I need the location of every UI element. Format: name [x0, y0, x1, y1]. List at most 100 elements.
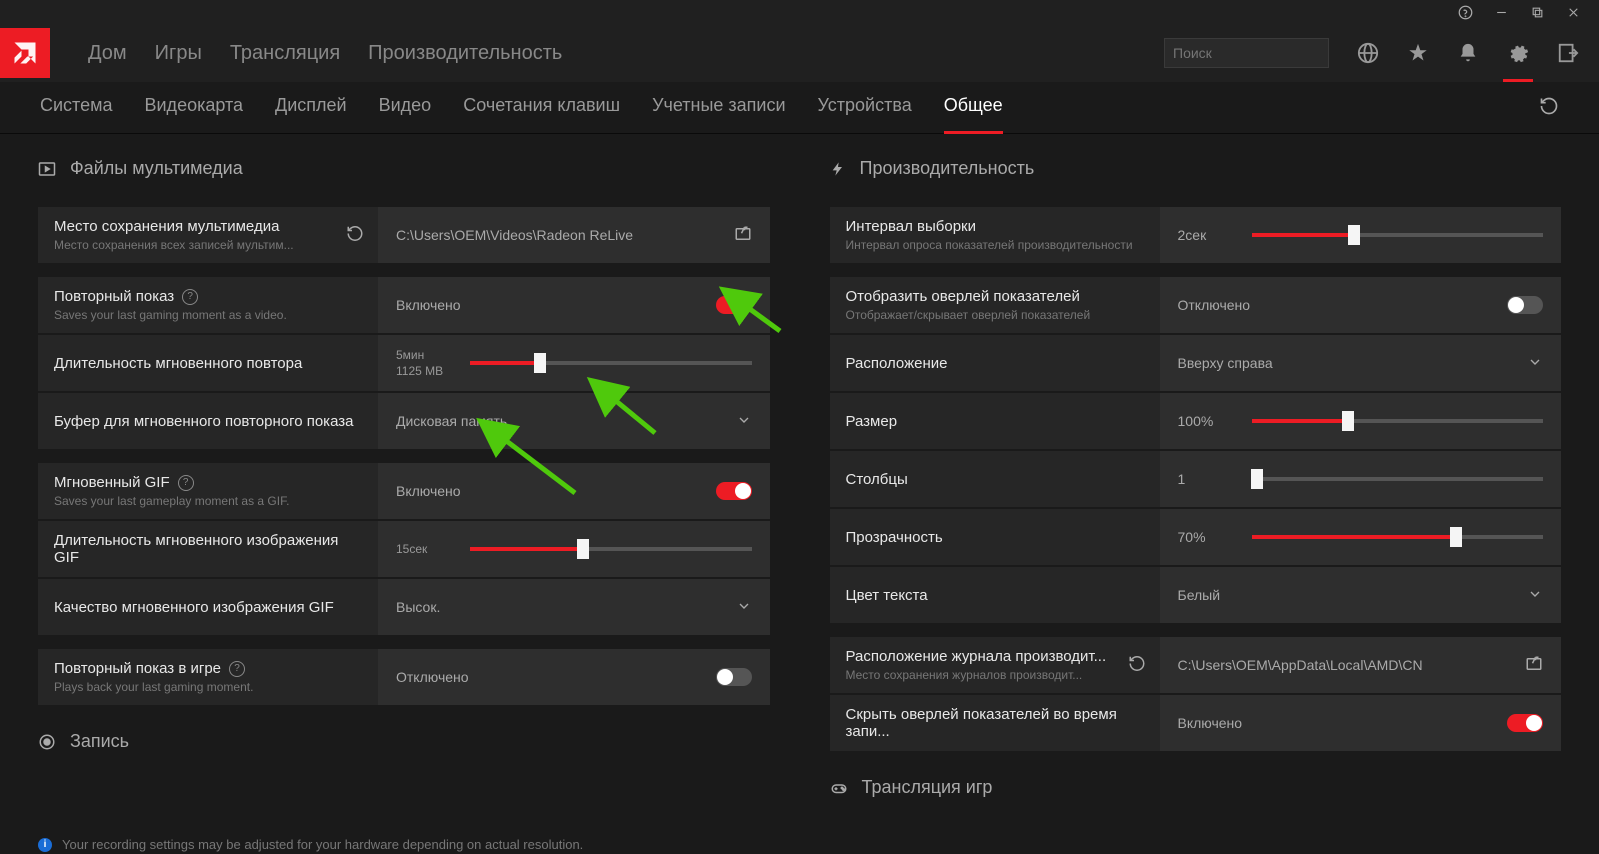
- titlebar: [0, 0, 1599, 24]
- interval-sub: Интервал опроса показателей производител…: [846, 238, 1144, 252]
- search-input[interactable]: [1173, 45, 1354, 61]
- position-dropdown[interactable]: Вверху справа: [1160, 335, 1562, 391]
- section-media-title: Файлы мультимедиа: [70, 158, 243, 179]
- overlay-toggle[interactable]: [1507, 296, 1543, 314]
- save-location-sub: Место сохранения всех записей мультим...: [54, 238, 330, 252]
- hideoverlay-toggle[interactable]: [1507, 714, 1543, 732]
- exit-icon[interactable]: [1557, 42, 1579, 64]
- open-folder-icon[interactable]: [1525, 655, 1543, 676]
- reset-icon[interactable]: [1128, 655, 1146, 676]
- tab-display[interactable]: Дисплей: [275, 95, 347, 120]
- play-rect-icon: [38, 160, 56, 178]
- record-icon: [38, 733, 56, 751]
- row-save-location: Место сохранения мультимедиа Место сохра…: [38, 207, 770, 263]
- replay-dur-slider[interactable]: [470, 361, 752, 365]
- tab-hotkeys[interactable]: Сочетания клавиш: [463, 95, 620, 120]
- replay-title: Повторный показ?: [54, 288, 362, 305]
- reset-icon[interactable]: [346, 225, 364, 246]
- columns-value: 1: [1178, 471, 1238, 487]
- search-box[interactable]: [1164, 38, 1329, 68]
- section-record-header: Запись: [38, 731, 770, 752]
- col-media: Файлы мультимедиа Место сохранения мульт…: [38, 158, 770, 826]
- chevron-down-icon: [736, 412, 752, 431]
- section-gamestream-header: Трансляция игр: [830, 777, 1562, 798]
- buffer-dropdown[interactable]: Дисковая память: [378, 393, 770, 449]
- nav-games[interactable]: Игры: [155, 42, 202, 65]
- replay-dur-title: Длительность мгновенного повтора: [54, 355, 362, 372]
- interval-title: Интервал выборки: [846, 218, 1144, 235]
- ingame-toggle[interactable]: [716, 668, 752, 686]
- nav-perf[interactable]: Производительность: [368, 42, 562, 65]
- footer-info: i Your recording settings may be adjuste…: [38, 837, 583, 852]
- maximize-icon[interactable]: [1529, 4, 1545, 20]
- globe-icon[interactable]: [1357, 42, 1379, 64]
- loglocation-cell[interactable]: C:\Users\OEM\AppData\Local\AMD\CN: [1160, 637, 1562, 693]
- position-title: Расположение: [846, 355, 1144, 372]
- gif-q-dropdown[interactable]: Высок.: [378, 579, 770, 635]
- tab-devices[interactable]: Устройства: [818, 95, 912, 120]
- row-gif: Мгновенный GIF? Saves your last gameplay…: [38, 463, 770, 519]
- tab-accounts[interactable]: Учетные записи: [652, 95, 785, 120]
- tab-video[interactable]: Видео: [379, 95, 432, 120]
- save-location-title: Место сохранения мультимедиа: [54, 218, 330, 235]
- section-gamestream-title: Трансляция игр: [862, 777, 993, 798]
- star-icon[interactable]: [1407, 42, 1429, 64]
- loglocation-title: Расположение журнала производит...: [846, 648, 1112, 665]
- buffer-title: Буфер для мгновенного повторного показа: [54, 413, 362, 430]
- help-icon[interactable]: [1457, 4, 1473, 20]
- replay-toggle[interactable]: [716, 296, 752, 314]
- gif-dur-title: Длительность мгновенного изображения GIF: [54, 532, 362, 566]
- row-columns: Столбцы 1: [830, 451, 1562, 507]
- chevron-down-icon: [736, 598, 752, 617]
- save-location-value: C:\Users\OEM\Videos\Radeon ReLive: [396, 227, 734, 243]
- help-icon[interactable]: ?: [229, 661, 245, 677]
- save-location-value-cell[interactable]: C:\Users\OEM\Videos\Radeon ReLive: [378, 207, 770, 263]
- sub-nav: Система Видеокарта Дисплей Видео Сочетан…: [0, 82, 1599, 134]
- buffer-value: Дисковая память: [396, 413, 736, 429]
- tab-general[interactable]: Общее: [944, 95, 1003, 120]
- open-folder-icon[interactable]: [734, 225, 752, 246]
- overlay-value: Отключено: [1178, 297, 1508, 313]
- nav-home[interactable]: Дом: [88, 42, 127, 65]
- columns-title: Столбцы: [846, 471, 1144, 488]
- info-icon: i: [38, 838, 52, 852]
- loglocation-sub: Место сохранения журналов производит...: [846, 668, 1112, 682]
- replay-sub: Saves your last gaming moment as a video…: [54, 308, 362, 322]
- row-position: Расположение Вверху справа: [830, 335, 1562, 391]
- textcolor-dropdown[interactable]: Белый: [1160, 567, 1562, 623]
- bell-icon[interactable]: [1457, 42, 1479, 64]
- lightning-icon: [830, 161, 846, 177]
- opacity-value: 70%: [1178, 529, 1238, 545]
- nav-stream[interactable]: Трансляция: [230, 42, 340, 65]
- replay-value: Включено: [396, 297, 716, 313]
- columns-slider[interactable]: [1252, 477, 1544, 481]
- help-icon[interactable]: ?: [182, 289, 198, 305]
- amd-logo[interactable]: [0, 28, 50, 78]
- content: Файлы мультимедиа Место сохранения мульт…: [0, 134, 1599, 826]
- revert-icon[interactable]: [1539, 96, 1559, 119]
- close-icon[interactable]: [1565, 4, 1581, 20]
- ingame-sub: Plays back your last gaming moment.: [54, 680, 362, 694]
- gif-dur-value: 15сек: [396, 542, 456, 556]
- textcolor-title: Цвет текста: [846, 587, 1144, 604]
- gear-icon[interactable]: [1507, 42, 1529, 64]
- gamepad-icon: [830, 779, 848, 797]
- section-media-header: Файлы мультимедиа: [38, 158, 770, 179]
- opacity-slider[interactable]: [1252, 535, 1544, 539]
- size-title: Размер: [846, 413, 1144, 430]
- interval-slider[interactable]: [1252, 233, 1544, 237]
- gif-q-title: Качество мгновенного изображения GIF: [54, 599, 362, 616]
- hideoverlay-value: Включено: [1178, 715, 1508, 731]
- gif-dur-slider[interactable]: [470, 547, 752, 551]
- size-slider[interactable]: [1252, 419, 1544, 423]
- tab-system[interactable]: Система: [40, 95, 113, 120]
- help-icon[interactable]: ?: [178, 475, 194, 491]
- top-nav: Дом Игры Трансляция Производительность: [0, 24, 1599, 82]
- gif-toggle[interactable]: [716, 482, 752, 500]
- section-perf-title: Производительность: [860, 158, 1035, 179]
- tab-gpu[interactable]: Видеокарта: [145, 95, 244, 120]
- replay-dur-size: 1125 MB: [396, 364, 456, 378]
- minimize-icon[interactable]: [1493, 4, 1509, 20]
- gif-title: Мгновенный GIF?: [54, 474, 362, 491]
- chevron-down-icon: [1527, 586, 1543, 605]
